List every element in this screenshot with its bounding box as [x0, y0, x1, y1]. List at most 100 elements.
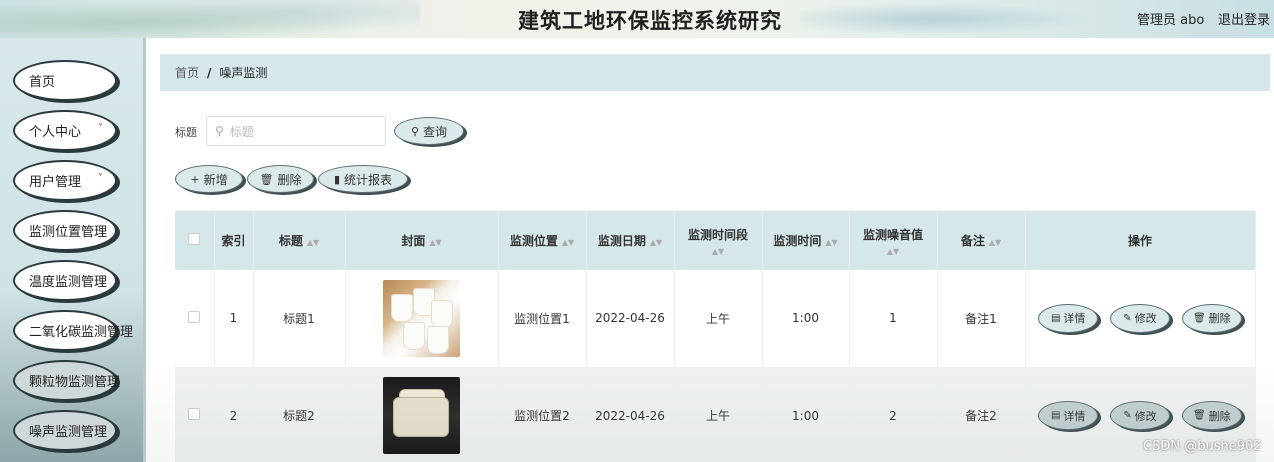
- column-header-location[interactable]: 监测位置 ▲▼: [498, 211, 587, 270]
- sidebar-item-location-management[interactable]: 监测位置管理: [13, 210, 117, 251]
- cell-noise: 2: [849, 367, 938, 462]
- sidebar-item-label: 监测位置管理: [29, 225, 108, 240]
- cell-title: 标题1: [253, 270, 346, 368]
- cell-date: 2022-04-26: [586, 367, 675, 462]
- search-input[interactable]: ⚲ 标题: [206, 116, 386, 146]
- column-header-period[interactable]: 监测时间段 ▲▼: [674, 211, 763, 270]
- cell-noise: 1: [849, 270, 938, 368]
- column-header-label: 备注: [960, 234, 985, 248]
- row-delete-button-label: 删除: [1208, 312, 1231, 326]
- sidebar-item-label: 温度监测管理: [29, 275, 108, 290]
- edit-button[interactable]: ✎ 修改: [1110, 303, 1170, 333]
- cell-title: 标题2: [253, 367, 346, 462]
- column-header-title[interactable]: 标题 ▲▼: [253, 211, 346, 270]
- row-checkbox[interactable]: [188, 310, 201, 323]
- column-header-label: 标题: [278, 234, 303, 248]
- chevron-down-icon: ˅: [98, 123, 103, 134]
- row-select-cell[interactable]: [175, 270, 215, 368]
- bar-chart-icon: ▮: [333, 172, 341, 186]
- row-delete-button[interactable]: 🗑 删除: [1181, 401, 1242, 430]
- cell-time: 1:00: [762, 367, 850, 462]
- watermark: CSDN @bushe902: [1143, 439, 1262, 454]
- row-select-cell[interactable]: [175, 367, 215, 462]
- detail-button[interactable]: ▤ 详情: [1038, 401, 1099, 430]
- column-header-label: 监测时间段: [687, 227, 748, 242]
- search-placeholder: 标题: [229, 124, 254, 139]
- sort-icon[interactable]: ▲▼: [850, 247, 937, 256]
- cell-remark: 备注1: [937, 270, 1026, 368]
- add-button[interactable]: + 新增: [175, 165, 243, 193]
- column-header-label: 监测位置: [509, 234, 558, 248]
- trash-icon: 🗑: [259, 172, 274, 186]
- sidebar-item-label: 用户管理: [29, 175, 82, 190]
- admin-user-label: 管理员 abo: [1137, 13, 1205, 28]
- search-icon: ⚲: [215, 124, 224, 138]
- detail-button-label: 详情: [1063, 409, 1086, 423]
- breadcrumb-current: 噪声监测: [219, 66, 268, 80]
- header-decoration-right: [800, 0, 1120, 38]
- row-checkbox[interactable]: [188, 408, 201, 420]
- sort-icon[interactable]: ▲▼: [562, 238, 574, 247]
- pencil-icon: ✎: [1123, 410, 1132, 421]
- row-delete-button-label: 删除: [1208, 409, 1231, 423]
- chevron-down-icon: ˅: [98, 173, 103, 184]
- report-button[interactable]: ▮ 统计报表: [318, 165, 408, 193]
- delete-button[interactable]: 🗑 删除: [247, 165, 314, 193]
- select-all-header[interactable]: [175, 211, 215, 270]
- sort-icon[interactable]: ▲▼: [650, 238, 662, 247]
- edit-button-label: 修改: [1134, 409, 1157, 423]
- query-button-label: 查询: [423, 124, 448, 139]
- column-header-actions: 操作: [1025, 211, 1256, 270]
- edit-button-label: 修改: [1134, 312, 1157, 326]
- cell-period: 上午: [674, 367, 763, 462]
- sidebar-item-co2-management[interactable]: 二氧化碳监测管理: [13, 310, 133, 351]
- column-header-label: 监测时间: [773, 234, 822, 248]
- cell-remark: 备注2: [937, 367, 1026, 462]
- sidebar-item-user-management[interactable]: 用户管理 ˅: [13, 160, 117, 201]
- search-icon: ⚲: [410, 124, 420, 138]
- detail-button[interactable]: ▤ 详情: [1038, 303, 1099, 333]
- row-delete-button[interactable]: 🗑 删除: [1181, 303, 1242, 333]
- document-icon: ▤: [1050, 410, 1061, 421]
- sidebar-item-label: 颗粒物监测管理: [29, 375, 121, 390]
- sidebar-item-home[interactable]: 首页: [13, 60, 117, 101]
- sort-icon[interactable]: ▲▼: [989, 238, 1001, 247]
- logout-link[interactable]: 退出登录: [1218, 9, 1270, 28]
- sort-icon[interactable]: ▲▼: [429, 238, 441, 247]
- table-row: 2 标题2 监测位置2 2022-04-26 上午 1:00 2 备注2 ▤ 详情…: [175, 367, 1256, 462]
- sidebar-item-personal-center[interactable]: 个人中心 ˅: [13, 110, 117, 151]
- sidebar-item-label: 个人中心: [29, 125, 82, 140]
- trash-icon: 🗑: [1192, 410, 1206, 421]
- sort-icon[interactable]: ▲▼: [307, 238, 319, 247]
- breadcrumb-home-link[interactable]: 首页: [175, 64, 199, 81]
- cell-period: 上午: [674, 270, 763, 368]
- trash-icon: 🗑: [1192, 312, 1206, 324]
- query-button[interactable]: ⚲ 查询: [394, 117, 464, 145]
- cell-date: 2022-04-26: [586, 270, 675, 368]
- cover-image: [383, 377, 460, 454]
- cell-index: 1: [214, 270, 254, 368]
- sort-icon[interactable]: ▲▼: [675, 247, 762, 256]
- sidebar-item-temperature-management[interactable]: 温度监测管理: [13, 260, 117, 301]
- delete-button-label: 删除: [277, 172, 302, 187]
- cell-actions: ▤ 详情 ✎ 修改 🗑 删除: [1025, 270, 1256, 368]
- cover-image: [383, 279, 460, 357]
- column-header-cover[interactable]: 封面 ▲▼: [345, 211, 499, 270]
- search-label: 标题: [175, 126, 197, 139]
- header-decoration-left: [0, 0, 420, 38]
- sidebar-item-particulate-management[interactable]: 颗粒物监测管理: [13, 360, 121, 401]
- select-all-checkbox[interactable]: [188, 233, 201, 245]
- sidebar-item-noise-management[interactable]: 噪声监测管理: [13, 410, 117, 451]
- detail-button-label: 详情: [1063, 312, 1086, 326]
- table-row: 1 标题1 监测位置1 2022-04-26 上午 1:00 1 备注1 ▤ 详…: [175, 270, 1256, 368]
- edit-button[interactable]: ✎ 修改: [1110, 401, 1170, 430]
- table-header-row: 索引 标题 ▲▼ 封面 ▲▼ 监测位置 ▲▼ 监测日期 ▲▼ 监测时间段 ▲▼ 监测时间 ▲…: [175, 211, 1256, 270]
- column-header-noise[interactable]: 监测噪音值 ▲▼: [849, 211, 938, 270]
- column-header-time[interactable]: 监测时间 ▲▼: [762, 211, 850, 270]
- sort-icon[interactable]: ▲▼: [825, 238, 837, 247]
- column-header-date[interactable]: 监测日期 ▲▼: [586, 211, 675, 270]
- breadcrumb-separator: /: [207, 65, 212, 80]
- column-header-remark[interactable]: 备注 ▲▼: [937, 211, 1026, 270]
- data-table: 索引 标题 ▲▼ 封面 ▲▼ 监测位置 ▲▼ 监测日期 ▲▼ 监测时间段 ▲▼ 监测时间 ▲…: [175, 211, 1256, 462]
- cell-cover: [345, 367, 499, 462]
